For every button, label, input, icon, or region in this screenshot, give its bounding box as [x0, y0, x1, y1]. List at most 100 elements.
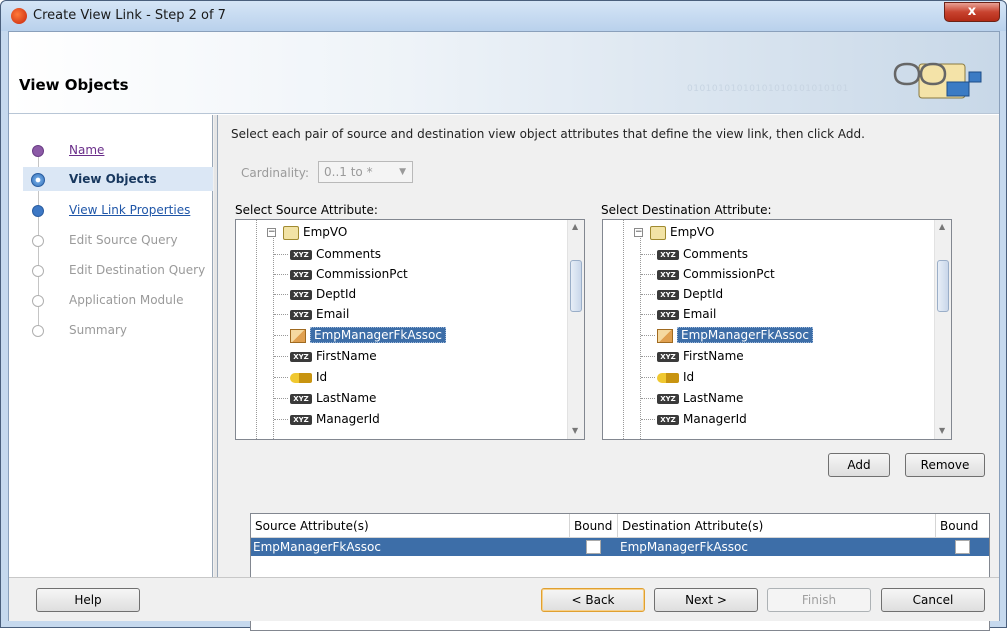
xyz-attribute-icon: XYZ — [657, 289, 679, 300]
column-header-destination[interactable]: Destination Attribute(s) — [618, 514, 936, 538]
cancel-button[interactable]: Cancel — [881, 588, 985, 612]
add-button[interactable]: Add — [828, 453, 890, 477]
tree-item[interactable]: XYZ DeptId — [290, 284, 356, 304]
destination-bound-checkbox[interactable] — [955, 540, 970, 554]
nav-step-view-objects[interactable]: View Objects — [69, 172, 157, 190]
tree-item[interactable]: XYZ FirstName — [290, 346, 377, 366]
tree-item-label: Email — [316, 307, 350, 321]
xyz-attribute-icon: XYZ — [657, 249, 679, 260]
help-button[interactable]: Help — [36, 588, 140, 612]
source-attribute-label: Select Source Attribute: — [235, 203, 378, 217]
tree-item-selected[interactable]: EmpManagerFkAssoc — [290, 325, 446, 345]
app-icon — [11, 8, 27, 24]
cardinality-label: Cardinality: — [241, 166, 310, 180]
next-button[interactable]: Next > — [654, 588, 758, 612]
scroll-thumb[interactable] — [937, 260, 949, 312]
header-banner: View Objects 01010101010101010101010101 — [9, 32, 999, 114]
xyz-attribute-icon: XYZ — [290, 351, 312, 362]
tree-branch — [274, 274, 288, 275]
scroll-down-icon[interactable]: ▼ — [939, 426, 945, 435]
tree-item-label: EmpManagerFkAssoc — [310, 327, 446, 343]
tree-branch — [274, 356, 288, 357]
collapse-icon[interactable]: − — [634, 228, 643, 237]
table-row[interactable]: EmpManagerFkAssoc EmpManagerFkAssoc — [251, 538, 989, 556]
source-attribute-cell: EmpManagerFkAssoc — [253, 540, 381, 554]
scroll-thumb[interactable] — [570, 260, 582, 312]
scroll-up-icon[interactable]: ▲ — [939, 222, 945, 231]
remove-button[interactable]: Remove — [905, 453, 985, 477]
xyz-attribute-icon: XYZ — [290, 414, 312, 425]
step-pending-icon — [32, 235, 44, 247]
main-panel: Select each pair of source and destinati… — [227, 115, 999, 577]
cardinality-value: 0..1 to * — [324, 165, 373, 179]
destination-tree-scrollbar[interactable]: ▲ ▼ — [934, 220, 951, 439]
destination-attribute-tree[interactable]: − EmpVO XYZ Comments XYZ CommissionPct XYZ… — [602, 219, 952, 440]
step-pending-icon — [32, 295, 44, 307]
xyz-attribute-icon: XYZ — [290, 289, 312, 300]
tree-item-label: Comments — [683, 247, 749, 261]
scroll-down-icon[interactable]: ▼ — [572, 426, 578, 435]
column-header-bound[interactable]: Bound — [936, 514, 989, 538]
tree-item[interactable]: XYZ DeptId — [657, 284, 723, 304]
step-pending-icon — [32, 265, 44, 277]
tree-item-label: Email — [683, 307, 717, 321]
xyz-attribute-icon: XYZ — [657, 414, 679, 425]
tree-branch — [274, 419, 288, 420]
scroll-up-icon[interactable]: ▲ — [572, 222, 578, 231]
nav-step-application-module: Application Module — [69, 293, 184, 307]
column-header-source[interactable]: Source Attribute(s) — [251, 514, 570, 538]
tree-item[interactable]: XYZ Comments — [290, 244, 381, 264]
tree-item[interactable]: Id — [290, 367, 327, 387]
page-title: View Objects — [19, 76, 129, 94]
source-tree-scrollbar[interactable]: ▲ ▼ — [567, 220, 584, 439]
dialog-content: View Objects 01010101010101010101010101 … — [8, 31, 1000, 631]
tree-item-selected[interactable]: EmpManagerFkAssoc — [657, 325, 813, 345]
collapse-icon[interactable]: − — [267, 228, 276, 237]
tree-branch — [641, 335, 655, 336]
tree-item-label: FirstName — [683, 349, 744, 363]
association-icon — [290, 328, 306, 343]
source-bound-checkbox[interactable] — [586, 540, 601, 554]
xyz-attribute-icon: XYZ — [290, 309, 312, 320]
xyz-attribute-icon: XYZ — [657, 351, 679, 362]
tree-item[interactable]: XYZ LastName — [657, 388, 743, 408]
tree-item[interactable]: XYZ Comments — [657, 244, 748, 264]
title-bar: Create View Link - Step 2 of 7 x — [1, 1, 1006, 31]
tree-item-label: Comments — [316, 247, 382, 261]
tree-root[interactable]: EmpVO — [650, 222, 714, 242]
nav-step-edit-source-query: Edit Source Query — [69, 233, 178, 247]
view-object-icon — [283, 225, 299, 240]
close-button[interactable]: x — [944, 2, 1000, 22]
tree-item-label: LastName — [316, 391, 377, 405]
xyz-attribute-icon: XYZ — [657, 393, 679, 404]
tree-guide-line — [640, 235, 641, 439]
destination-attribute-cell: EmpManagerFkAssoc — [620, 540, 748, 554]
tree-item[interactable]: XYZ Email — [657, 304, 716, 324]
column-header-bound[interactable]: Bound — [570, 514, 618, 538]
back-button[interactable]: < Back — [541, 588, 645, 612]
tree-item[interactable]: XYZ CommissionPct — [657, 264, 775, 284]
nav-step-name[interactable]: Name — [69, 143, 104, 161]
tree-item[interactable]: XYZ ManagerId — [290, 409, 380, 429]
tree-branch — [274, 254, 288, 255]
finish-button: Finish — [767, 588, 871, 612]
tree-item[interactable]: Id — [657, 367, 694, 387]
tree-item[interactable]: XYZ CommissionPct — [290, 264, 408, 284]
tree-item[interactable]: XYZ ManagerId — [657, 409, 747, 429]
source-attribute-tree[interactable]: − EmpVO XYZ Comments XYZ CommissionPct XYZ… — [235, 219, 585, 440]
nav-step-summary: Summary — [69, 323, 127, 337]
step-done-icon — [32, 145, 44, 157]
tree-item[interactable]: XYZ LastName — [290, 388, 376, 408]
key-icon — [290, 372, 312, 383]
glasses-graphic-icon — [893, 62, 982, 99]
xyz-attribute-icon: XYZ — [657, 269, 679, 280]
nav-splitter[interactable] — [214, 115, 218, 577]
tree-item-label: CommissionPct — [316, 267, 408, 281]
window-title: Create View Link - Step 2 of 7 — [33, 8, 226, 23]
tree-item[interactable]: XYZ FirstName — [657, 346, 744, 366]
tree-item[interactable]: XYZ Email — [290, 304, 349, 324]
tree-branch — [274, 335, 288, 336]
nav-step-view-link-properties[interactable]: View Link Properties — [69, 203, 190, 221]
tree-root[interactable]: EmpVO — [283, 222, 347, 242]
xyz-attribute-icon: XYZ — [290, 393, 312, 404]
